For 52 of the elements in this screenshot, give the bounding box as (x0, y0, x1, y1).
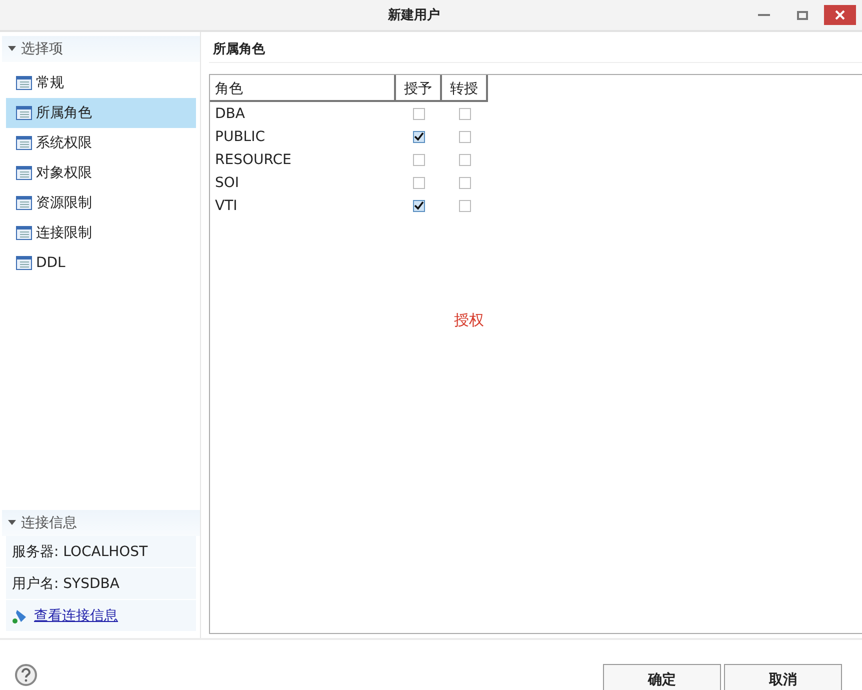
help-icon (20, 668, 32, 682)
list-page-icon (16, 76, 32, 90)
close-button[interactable] (824, 5, 856, 25)
sidebar-item[interactable]: 常规 (6, 68, 196, 98)
table-cell-text: SOI (214, 174, 240, 190)
list-page-icon (16, 226, 32, 240)
column-header[interactable]: 授予 (396, 75, 442, 102)
panel-title: 所属角色 (212, 41, 266, 59)
sidebar-item[interactable]: 资源限制 (6, 188, 196, 218)
list-page-icon (16, 166, 32, 180)
section-title: 选择项 (21, 40, 63, 58)
collapse-triangle-icon[interactable] (8, 520, 16, 526)
section-title: 连接信息 (21, 514, 77, 532)
sidebar-item[interactable]: 对象权限 (6, 158, 196, 188)
minimize-icon (758, 14, 770, 16)
sidebar-item[interactable]: DDL (6, 248, 196, 278)
checkbox[interactable] (459, 154, 471, 166)
list-page-icon (16, 106, 32, 120)
note-text: 授权 (454, 311, 484, 330)
close-icon (835, 10, 845, 20)
connection-icon (12, 608, 28, 624)
list-page-icon (16, 256, 32, 270)
section-header[interactable]: 连接信息 (2, 510, 200, 536)
dialog-button[interactable]: 确定 (603, 664, 721, 690)
sidebar-item[interactable]: 所属角色 (6, 98, 196, 128)
list-page-icon (16, 136, 32, 150)
list-page-icon (16, 196, 32, 210)
table-cell-text: DBA (214, 106, 246, 122)
table-cell-text: RESOURCE (214, 152, 292, 168)
dialog-button[interactable]: 取消 (724, 664, 842, 690)
checkbox[interactable] (413, 108, 425, 120)
column-header[interactable]: 转授 (442, 75, 488, 102)
checkbox[interactable] (459, 108, 471, 120)
checkbox[interactable] (459, 176, 471, 188)
window-title: 新建用户 (387, 6, 441, 24)
checkbox[interactable] (413, 154, 425, 166)
checkbox[interactable] (413, 200, 425, 212)
sidebar-item[interactable]: 系统权限 (6, 128, 196, 158)
checkbox[interactable] (459, 200, 471, 212)
sidebar-item[interactable]: 连接限制 (6, 218, 196, 248)
help-button[interactable] (15, 664, 37, 686)
checkbox[interactable] (413, 130, 425, 142)
collapse-triangle-icon[interactable] (8, 46, 16, 52)
column-header[interactable]: 角色 (210, 75, 396, 102)
server-label: 服务器: LOCALHOST (12, 542, 148, 560)
table-cell-text: VTI (214, 198, 238, 214)
username-label: 用户名: SYSDBA (12, 574, 120, 592)
checkbox[interactable] (459, 130, 471, 142)
section-header[interactable]: 选择项 (2, 36, 200, 62)
checkbox[interactable] (413, 176, 425, 188)
maximize-icon (796, 10, 808, 20)
table-cell-text: PUBLIC (214, 128, 266, 144)
